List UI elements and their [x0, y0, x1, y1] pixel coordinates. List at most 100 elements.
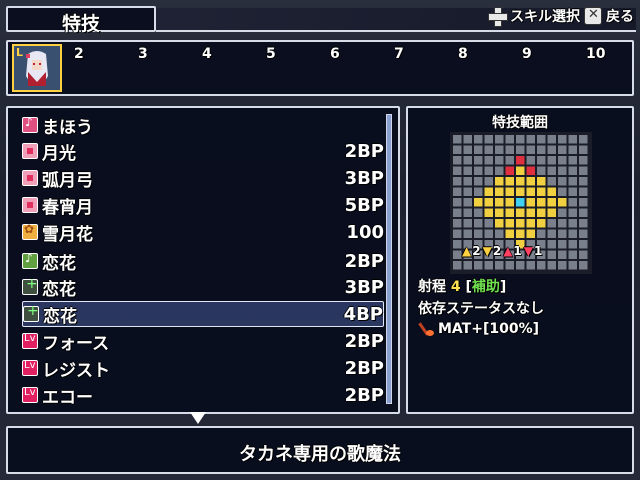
scrollbar-thumb[interactable] [387, 115, 391, 403]
range-cell [547, 208, 556, 217]
range-cell [579, 229, 588, 238]
party-slot-2[interactable]: 2 [74, 46, 84, 62]
range-cell [537, 166, 546, 175]
range-cell [495, 208, 504, 217]
skill-row[interactable]: フォース 2BP [22, 328, 384, 354]
range-cell [547, 166, 556, 175]
range-cell [474, 261, 483, 270]
skill-row[interactable]: 恋花 3BP [22, 274, 384, 300]
skill-cost: 2BP [344, 330, 384, 352]
range-cell [579, 177, 588, 186]
list-scrollbar[interactable] [386, 114, 392, 404]
range-cell [484, 177, 493, 186]
range-cell [453, 261, 462, 270]
range-cell [579, 240, 588, 249]
range-cell [547, 156, 556, 165]
skill-cost: 4BP [343, 303, 383, 325]
plus-skill-icon [22, 276, 38, 295]
range-cell [537, 261, 546, 270]
range-cell [505, 219, 514, 228]
range-cell [547, 229, 556, 238]
skill-cost: 2BP [344, 357, 384, 379]
range-cell [579, 156, 588, 165]
party-slot-6[interactable]: 6 [330, 46, 340, 62]
range-cell [484, 198, 493, 207]
range-cell [579, 208, 588, 217]
dpad-icon [488, 7, 508, 27]
range-cell [474, 156, 483, 165]
stat-up-icon: 2 [462, 244, 480, 258]
range-cell [568, 177, 577, 186]
leader-badge: L [16, 46, 24, 59]
skill-row[interactable]: 月光 2BP [22, 138, 384, 164]
x-button-icon[interactable] [584, 7, 602, 25]
lv-skill-icon [22, 387, 38, 403]
range-cell [568, 198, 577, 207]
party-slot-1[interactable]: L [12, 44, 62, 92]
range-cell [537, 177, 546, 186]
range-cell [568, 166, 577, 175]
range-cell [568, 261, 577, 270]
range-cell [568, 229, 577, 238]
range-cell [568, 135, 577, 144]
range-cell [474, 135, 483, 144]
party-slot-7[interactable]: 7 [394, 46, 404, 62]
range-cell [579, 135, 588, 144]
green-music-icon [22, 251, 38, 269]
skill-cost: 2BP [344, 384, 384, 406]
range-cell [463, 187, 472, 196]
help-back-label[interactable]: 戻る [606, 6, 634, 26]
range-cell [558, 208, 567, 217]
skill-row-selected[interactable]: 恋花 4BP [22, 301, 384, 327]
range-cell [568, 187, 577, 196]
skill-name: エコー [42, 387, 93, 408]
party-slot-3[interactable]: 3 [138, 46, 148, 62]
range-cell [516, 261, 525, 270]
range-cell [568, 250, 577, 259]
range-cell [516, 166, 525, 175]
party-slot-9[interactable]: 9 [522, 46, 532, 62]
skill-row[interactable]: 弧月弓 3BP [22, 165, 384, 191]
skill-row[interactable]: まほう [22, 112, 384, 138]
range-cell [505, 135, 514, 144]
range-cell [526, 208, 535, 217]
skill-row[interactable]: レジスト 2BP [22, 355, 384, 381]
range-cell [463, 219, 472, 228]
plus-skill-icon [23, 303, 39, 322]
skill-row[interactable]: 恋花 2BP [22, 248, 384, 274]
party-slot-8[interactable]: 8 [458, 46, 468, 62]
range-value: 4 [450, 279, 461, 295]
stat-up-red-icon: 1 [503, 244, 521, 258]
party-bar: L 2 3 4 5 6 7 8 9 10 [6, 40, 634, 96]
range-cell [537, 156, 546, 165]
range-cell [579, 261, 588, 270]
range-cell [463, 208, 472, 217]
range-cell [568, 219, 577, 228]
skill-row[interactable]: エコー 2BP [22, 382, 384, 408]
range-cell [495, 145, 504, 154]
range-cell [495, 187, 504, 196]
range-cell [516, 156, 525, 165]
skill-name: 弧月弓 [42, 170, 93, 191]
stat-change-icons: 2 2 1 1 [462, 244, 542, 258]
range-cell [453, 177, 462, 186]
party-slot-4[interactable]: 4 [202, 46, 212, 62]
range-cell [505, 261, 514, 270]
range-cell [558, 250, 567, 259]
skill-row[interactable]: 雪月花 100 [22, 219, 384, 245]
party-slot-5[interactable]: 5 [266, 46, 276, 62]
range-cell [463, 145, 472, 154]
party-slot-10[interactable]: 10 [586, 46, 605, 62]
range-cell [505, 156, 514, 165]
skill-row[interactable]: 春宵月 5BP [22, 192, 384, 218]
range-cell [516, 229, 525, 238]
range-cell [579, 198, 588, 207]
range-tag: 補助 [471, 279, 500, 295]
range-cell [568, 145, 577, 154]
range-cell [484, 135, 493, 144]
range-cell [568, 208, 577, 217]
scroll-down-arrow-icon[interactable] [190, 412, 206, 424]
help-bar: スキル選択 戻る [488, 6, 634, 27]
lv-skill-icon [22, 360, 38, 376]
range-cell [474, 187, 483, 196]
